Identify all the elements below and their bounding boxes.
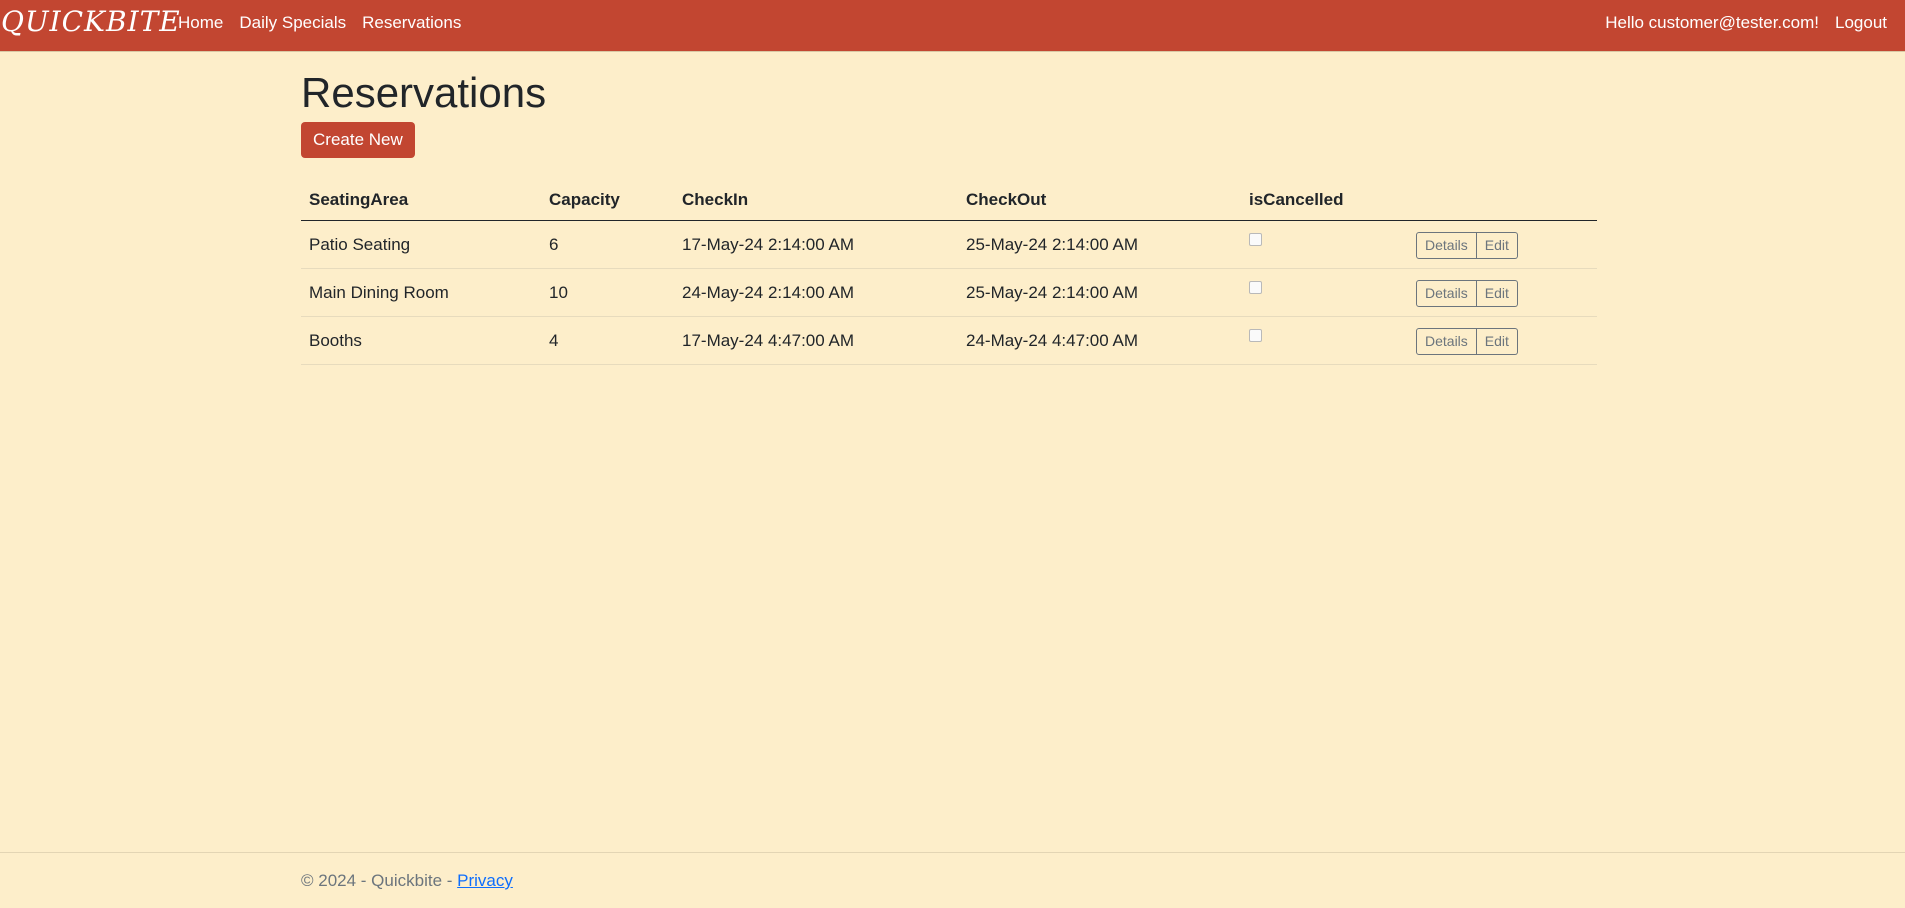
- header-check-out: CheckOut: [958, 182, 1241, 222]
- cell-seating-area: Patio Seating: [301, 220, 541, 270]
- details-button[interactable]: Details: [1416, 328, 1477, 356]
- user-greeting-link[interactable]: Hello customer@tester.com!: [1597, 13, 1827, 33]
- edit-button[interactable]: Edit: [1476, 328, 1518, 356]
- cancelled-checkbox: [1249, 280, 1262, 294]
- row-action-group: Details Edit: [1416, 280, 1518, 308]
- cell-check-in: 24-May-24 2:14:00 AM: [674, 268, 958, 318]
- details-button[interactable]: Details: [1416, 280, 1477, 308]
- header-is-cancelled: isCancelled: [1241, 182, 1408, 222]
- cancelled-checkbox: [1249, 328, 1262, 342]
- edit-button[interactable]: Edit: [1476, 232, 1518, 260]
- header-capacity: Capacity: [541, 182, 674, 222]
- page-title: Reservations: [301, 69, 547, 116]
- main-content: Reservations Create New SeatingArea Capa…: [301, 52, 1597, 366]
- brand-logo[interactable]: QUICKBITE: [1, 5, 181, 38]
- top-navbar: QUICKBITE Home Daily Specials Reservatio…: [0, 0, 1905, 52]
- header-actions: [1408, 182, 1597, 222]
- cell-is-cancelled: [1241, 316, 1408, 366]
- table-row: Booths 4 17-May-24 4:47:00 AM 24-May-24 …: [301, 316, 1597, 366]
- details-button[interactable]: Details: [1416, 232, 1477, 260]
- cell-check-out: 24-May-24 4:47:00 AM: [958, 316, 1241, 366]
- header-check-in: CheckIn: [674, 182, 958, 222]
- nav-link-home[interactable]: Home: [170, 13, 231, 33]
- table-header-row: SeatingArea Capacity CheckIn CheckOut is…: [301, 182, 1597, 222]
- header-seating-area: SeatingArea: [301, 182, 541, 222]
- nav-link-reservations[interactable]: Reservations: [354, 13, 469, 33]
- reservations-table: SeatingArea Capacity CheckIn CheckOut is…: [301, 182, 1597, 366]
- cell-check-out: 25-May-24 2:14:00 AM: [958, 220, 1241, 270]
- main-nav: Home Daily Specials Reservations: [170, 0, 469, 46]
- table-row: Main Dining Room 10 24-May-24 2:14:00 AM…: [301, 268, 1597, 318]
- nav-link-daily-specials[interactable]: Daily Specials: [231, 13, 354, 33]
- cell-check-in: 17-May-24 4:47:00 AM: [674, 316, 958, 366]
- table-row: Patio Seating 6 17-May-24 2:14:00 AM 25-…: [301, 220, 1597, 270]
- cell-check-in: 17-May-24 2:14:00 AM: [674, 220, 958, 270]
- privacy-link[interactable]: Privacy: [457, 871, 513, 890]
- edit-button[interactable]: Edit: [1476, 280, 1518, 308]
- cell-capacity: 6: [541, 220, 674, 270]
- cell-check-out: 25-May-24 2:14:00 AM: [958, 268, 1241, 318]
- cell-seating-area: Main Dining Room: [301, 268, 541, 318]
- cancelled-checkbox: [1249, 232, 1262, 246]
- cell-is-cancelled: [1241, 268, 1408, 318]
- cell-seating-area: Booths: [301, 316, 541, 366]
- row-action-group: Details Edit: [1416, 232, 1518, 260]
- cell-actions: Details Edit: [1408, 268, 1597, 318]
- cell-is-cancelled: [1241, 220, 1408, 270]
- cell-capacity: 10: [541, 268, 674, 318]
- cell-capacity: 4: [541, 316, 674, 366]
- footer-text: © 2024 - Quickbite - Privacy: [301, 871, 513, 891]
- create-new-button[interactable]: Create New: [301, 122, 415, 159]
- user-nav: Hello customer@tester.com! Logout: [1597, 0, 1895, 46]
- cell-actions: Details Edit: [1408, 316, 1597, 366]
- logout-button[interactable]: Logout: [1827, 13, 1895, 33]
- page-footer: © 2024 - Quickbite - Privacy: [0, 852, 1905, 908]
- row-action-group: Details Edit: [1416, 328, 1518, 356]
- cell-actions: Details Edit: [1408, 220, 1597, 270]
- copyright-text: © 2024 - Quickbite -: [301, 871, 458, 890]
